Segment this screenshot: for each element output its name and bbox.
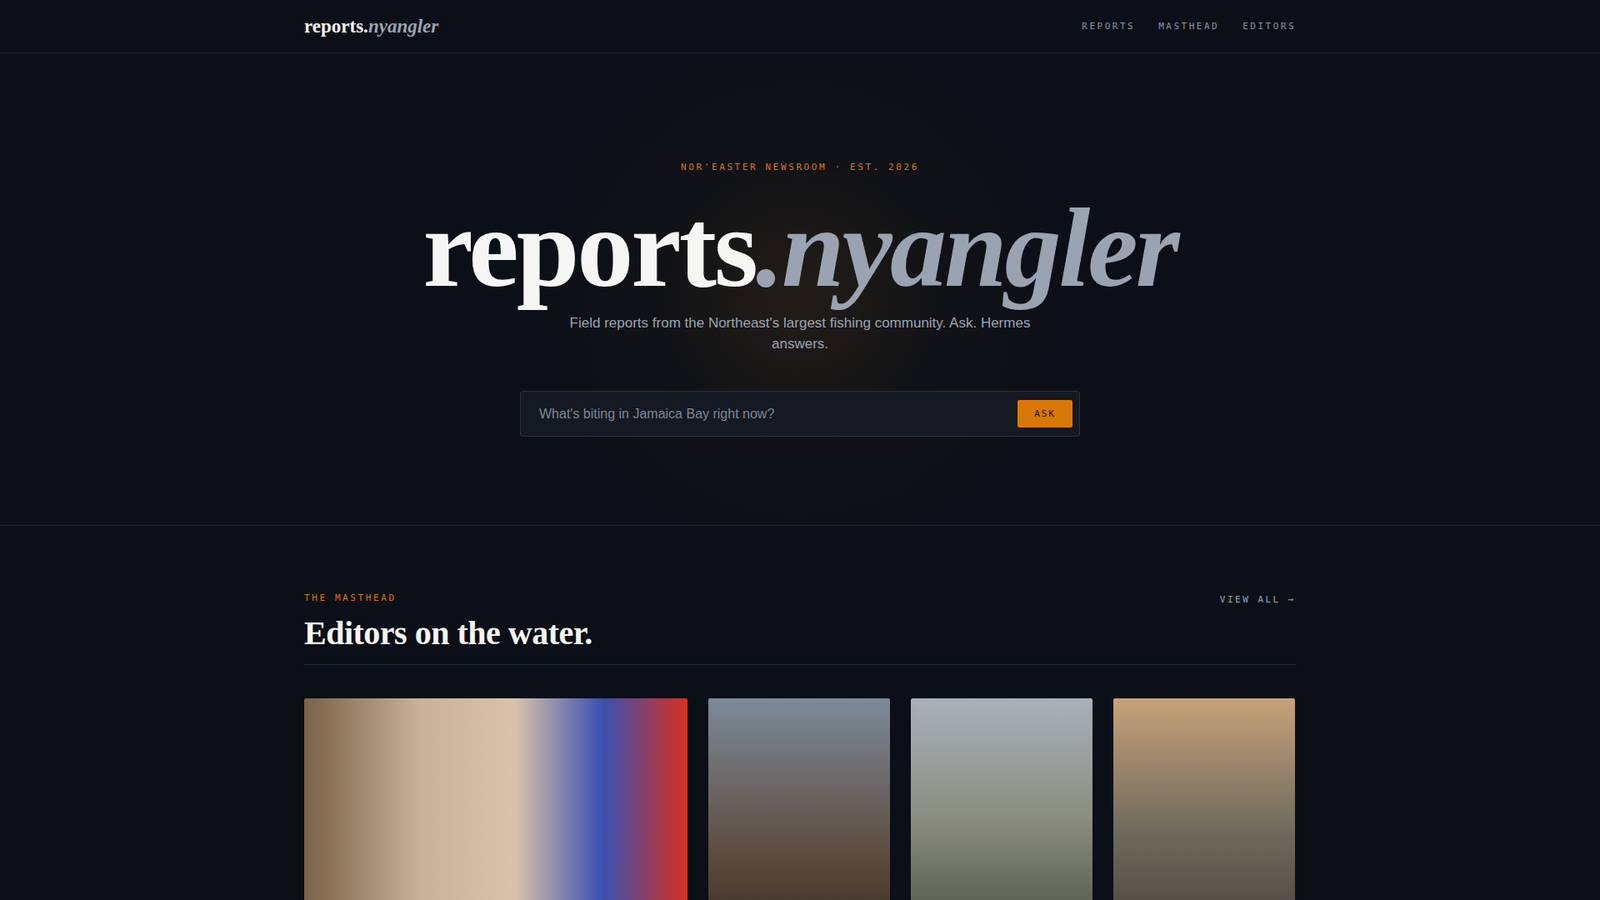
top-nav: reports.nyangler REPORTS MASTHEAD EDITORS (0, 0, 1600, 54)
search-input[interactable] (537, 405, 1008, 423)
logo[interactable]: reports.nyangler (304, 15, 439, 38)
logo-alt[interactable]: nyangler (368, 15, 439, 37)
search-bar: ASK (520, 390, 1080, 437)
hero-title: reports.nyangler (0, 190, 1600, 305)
editor-card[interactable] (304, 698, 688, 900)
title-main: reports (422, 185, 755, 310)
masthead-eyebrow: THE MASTHEAD (304, 592, 593, 604)
nav-link[interactable]: REPORTS (1081, 20, 1135, 32)
hero-eyebrow: NOR'EASTER NEWSROOM · EST. 2026 (0, 161, 1600, 173)
editor-cards (304, 698, 1296, 900)
masthead-header: THE MASTHEAD Editors on the water. VIEW AL… (304, 592, 1296, 665)
hero-subtitle: Field reports from the Northeast's large… (558, 312, 1042, 355)
editor-card[interactable] (708, 698, 890, 900)
nav-link[interactable]: MASTHEAD (1158, 20, 1220, 32)
editor-card[interactable] (910, 698, 1093, 900)
title-alt: .nyangler (755, 185, 1178, 310)
masthead-titles: THE MASTHEAD Editors on the water. (304, 592, 593, 653)
ask-button[interactable]: ASK (1017, 400, 1073, 428)
nav-links: REPORTS MASTHEAD EDITORS (1081, 20, 1296, 32)
view-all-link[interactable]: VIEW ALL → (1220, 592, 1296, 605)
masthead-section: THE MASTHEAD Editors on the water. VIEW AL… (304, 525, 1296, 900)
nav-link[interactable]: EDITORS (1242, 20, 1296, 32)
masthead-heading: Editors on the water. (304, 613, 593, 653)
logo-main[interactable]: reports. (304, 15, 369, 37)
hero: NOR'EASTER NEWSROOM · EST. 2026 reports.n… (0, 53, 1600, 526)
nav-inner: reports.nyangler REPORTS MASTHEAD EDITORS (304, 0, 1296, 53)
editor-card[interactable] (1113, 698, 1295, 900)
